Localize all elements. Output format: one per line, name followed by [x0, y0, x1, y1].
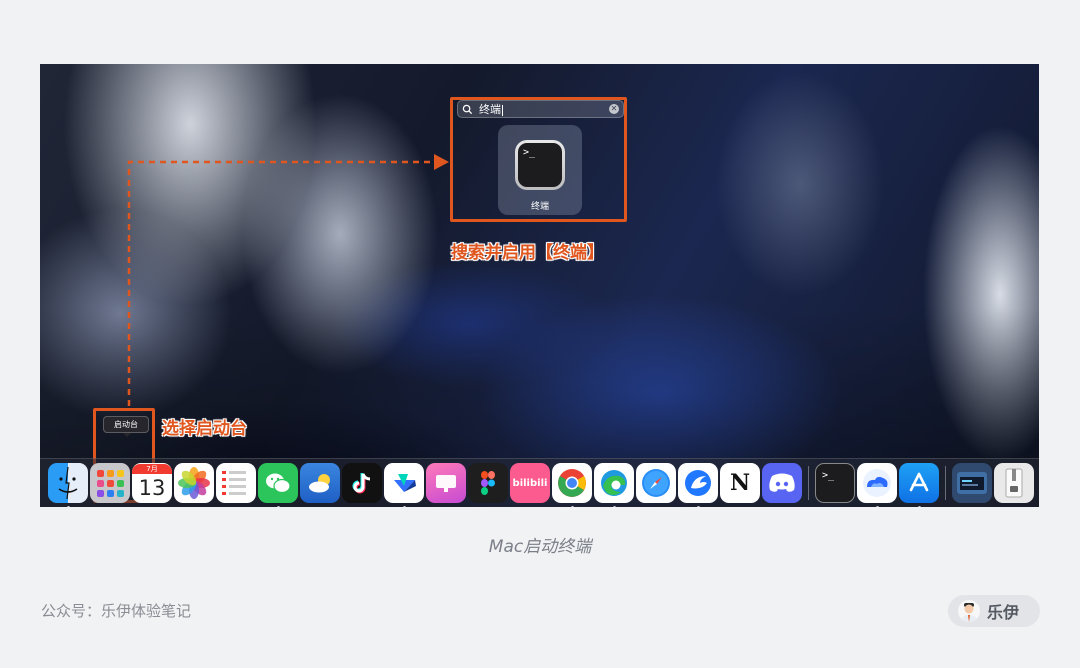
- reminders-icon: [222, 471, 246, 474]
- avatar-icon: [961, 603, 977, 622]
- dock-item-app-store[interactable]: [899, 463, 939, 507]
- dock-item-trash[interactable]: [1036, 463, 1039, 503]
- bird-icon: [685, 470, 711, 496]
- account-label: 公众号：乐伊体验笔记: [41, 602, 192, 620]
- dock-item-bilibili[interactable]: bilibili: [510, 463, 550, 503]
- author-badge[interactable]: 乐伊: [948, 595, 1040, 627]
- dock-item-terminal[interactable]: >_: [815, 463, 855, 503]
- dock-item-safari[interactable]: [636, 463, 676, 503]
- dock-item-finder[interactable]: [48, 463, 88, 507]
- dock-item-ai-app[interactable]: [426, 463, 466, 503]
- dock-item-reminders[interactable]: [216, 463, 256, 503]
- app-store-icon: [909, 472, 929, 492]
- dock-divider: [945, 466, 946, 500]
- monitor-icon: [436, 475, 456, 492]
- photos-icon: [178, 467, 210, 499]
- calendar-day: 13: [138, 476, 166, 500]
- dock-item-feishu[interactable]: [384, 463, 424, 507]
- folder-icon: [957, 472, 987, 494]
- dock-item-discord[interactable]: [762, 463, 802, 503]
- desktop-screenshot: 终端 ✕ >_ 终端 搜索并启用【终端】 启动台 选择启动台 7月 13 bil…: [40, 64, 1039, 507]
- dock-item-calendar[interactable]: 7月 13: [132, 463, 172, 503]
- author-name: 乐伊: [987, 603, 1020, 622]
- dock-item-notion[interactable]: N: [720, 463, 760, 503]
- figma-icon: [481, 471, 495, 495]
- dock-item-archive-utility[interactable]: [994, 463, 1034, 503]
- dock-item-bird-app[interactable]: [678, 463, 718, 507]
- dock-divider: [808, 466, 809, 500]
- notion-icon: N: [729, 470, 751, 496]
- avatar: [958, 600, 980, 622]
- dock-item-wechat[interactable]: [258, 463, 298, 507]
- discord-icon: [769, 473, 795, 492]
- search-annotation: 搜索并启用【终端】: [451, 243, 604, 263]
- dock-item-chrome[interactable]: [552, 463, 592, 507]
- dock-item-weather[interactable]: [300, 463, 340, 503]
- finder-icon: [58, 466, 78, 500]
- dock-item-photos[interactable]: [174, 463, 214, 503]
- dock: 7月 13 bilibili N >_: [40, 458, 1039, 507]
- bilibili-icon: bilibili: [512, 477, 548, 489]
- archive-icon: [1005, 468, 1023, 498]
- wechat-icon: [266, 473, 291, 494]
- dock-item-screenshot-folder[interactable]: [952, 463, 992, 503]
- search-highlight-box: [450, 97, 627, 222]
- calendar-month: 7月: [132, 464, 172, 474]
- dock-item-figma[interactable]: [468, 463, 508, 503]
- weather-icon: [309, 474, 330, 493]
- dock-item-baidu-netdisk[interactable]: [857, 463, 897, 507]
- chrome-icon: [558, 469, 586, 497]
- dock-item-tiktok[interactable]: [342, 463, 382, 503]
- dock-item-launchpad[interactable]: [90, 463, 130, 503]
- launchpad-icon: [96, 469, 104, 477]
- edge-icon: [601, 470, 627, 496]
- launchpad-annotation: 选择启动台: [162, 419, 247, 439]
- safari-icon: [642, 469, 670, 497]
- dock-item-edge[interactable]: [594, 463, 634, 507]
- feishu-icon: [394, 474, 416, 492]
- tiktok-icon: [352, 473, 371, 494]
- terminal-icon: >_: [822, 470, 835, 481]
- cloud-icon: [863, 469, 891, 497]
- figure-caption: Mac启动终端: [488, 537, 592, 557]
